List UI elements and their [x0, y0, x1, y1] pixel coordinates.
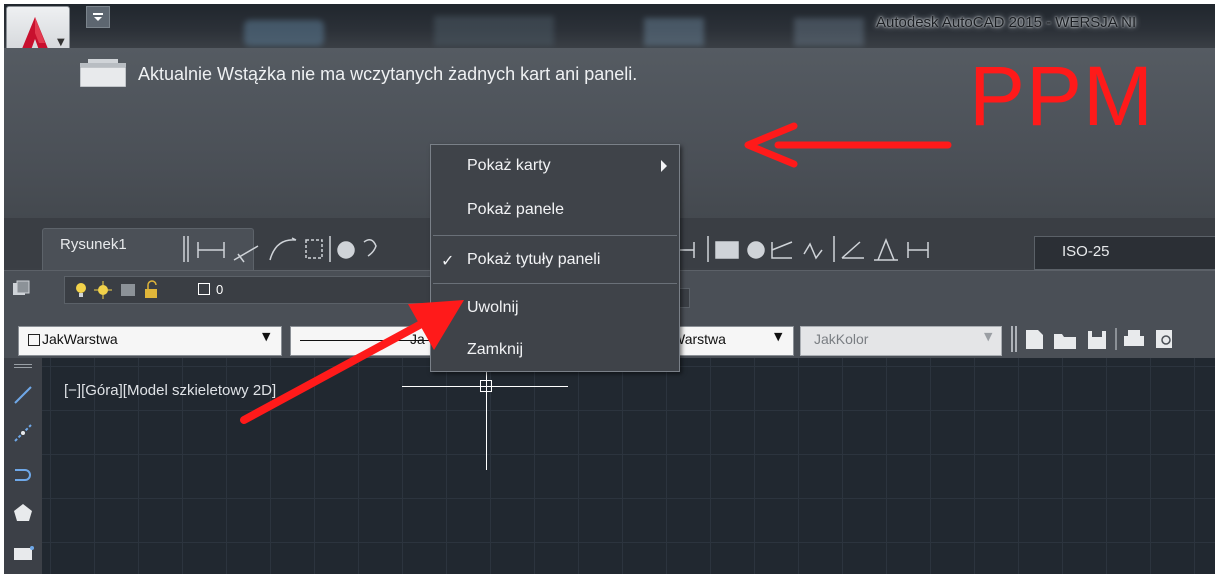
linetype-value: Ja: [410, 331, 425, 347]
title-bar: Autodesk AutoCAD 2015 - WERSJA NI: [4, 4, 1215, 48]
menu-item-label: Uwolnij: [467, 299, 519, 316]
quick-access-toolbar-button[interactable]: [86, 6, 110, 28]
open-folder-icon: [1054, 334, 1076, 349]
color-value: JakWarstwa: [42, 331, 118, 347]
color-swatch: [28, 334, 40, 346]
menu-item-label: Pokaż panele: [467, 201, 564, 218]
submenu-arrow-icon: [661, 160, 667, 172]
linetype-select[interactable]: [290, 326, 452, 356]
layer-state-icons: [76, 280, 157, 299]
draw-toolbar: [4, 358, 43, 574]
construction-line-icon[interactable]: [12, 422, 34, 444]
toolbar-grip[interactable]: [12, 362, 34, 370]
layer-name: 0: [216, 282, 224, 297]
lineweight-value: Warstwa: [672, 331, 726, 347]
annotation-ppm-label: PPM: [969, 49, 1155, 143]
rectangle-tool-icon[interactable]: [12, 542, 34, 564]
menu-item-show-tabs[interactable]: Pokaż karty: [431, 145, 679, 187]
ribbon-icon: [80, 59, 126, 87]
menu-separator: [433, 283, 677, 284]
crosshair-pickbox: [480, 380, 492, 392]
chevron-down-icon: ▼: [774, 330, 783, 343]
menu-item-label: Zamknij: [467, 341, 524, 358]
chevron-down-icon: ▼: [57, 37, 65, 48]
plot-preview-icon: [1156, 330, 1172, 348]
viewport-controls[interactable]: [−][Góra][Model szkieletowy 2D]: [64, 382, 276, 399]
menu-item-close[interactable]: Zamknij: [431, 329, 679, 371]
tab-drawing-label: Rysunek1: [60, 236, 127, 253]
menu-item-label: Pokaż tytuły paneli: [467, 251, 601, 268]
chevron-down-icon: ▼: [984, 330, 993, 343]
file-toolbar[interactable]: [1010, 324, 1215, 354]
polyline-tool-icon[interactable]: [12, 462, 34, 484]
layer-properties-icon[interactable]: [12, 280, 30, 298]
menu-separator: [433, 235, 677, 236]
autocad-window: Autodesk AutoCAD 2015 - WERSJA NI ▼ Aktu…: [4, 4, 1215, 574]
menu-item-show-panel-titles[interactable]: ✓ Pokaż tytuły paneli: [431, 239, 679, 281]
print-icon: [1124, 330, 1144, 346]
save-icon: [1088, 331, 1106, 349]
checkmark-icon: ✓: [441, 251, 455, 270]
layer-color-swatch: [198, 283, 210, 295]
window-title: Autodesk AutoCAD 2015 - WERSJA NI: [876, 14, 1137, 31]
layer-select[interactable]: [64, 276, 436, 304]
plotstyle-value: JakKolor: [814, 331, 869, 347]
menu-item-show-panels[interactable]: Pokaż panele: [431, 189, 679, 231]
dimension-style-value: ISO-25: [1062, 243, 1110, 260]
new-file-icon: [1026, 330, 1043, 349]
line-tool-icon[interactable]: [12, 384, 34, 406]
menu-item-label: Pokaż karty: [467, 157, 551, 174]
chevron-down-icon: ▼: [262, 330, 271, 343]
ribbon-context-menu: Pokaż karty Pokaż panele ✓ Pokaż tytuły …: [430, 144, 680, 372]
polygon-tool-icon[interactable]: [12, 502, 34, 524]
menu-item-float[interactable]: Uwolnij: [431, 287, 679, 329]
ribbon-empty-message: Aktualnie Wstążka nie ma wczytanych żadn…: [138, 64, 638, 84]
